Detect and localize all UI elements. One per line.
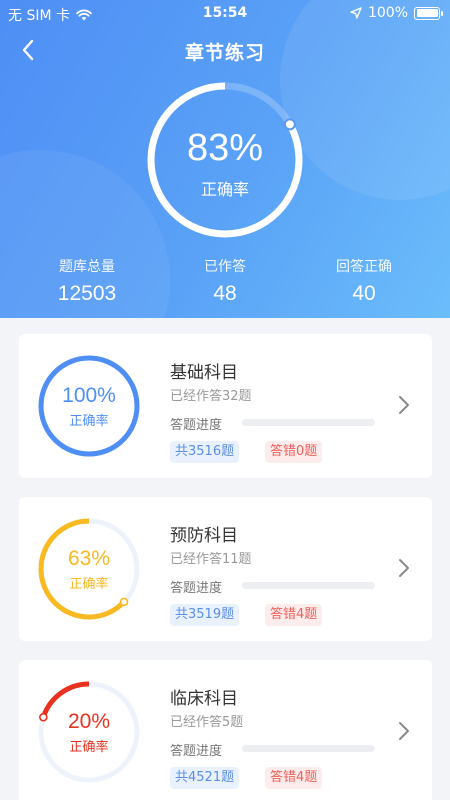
subject-accuracy-label: 正确率 bbox=[69, 577, 109, 592]
subject-accuracy-label: 正确率 bbox=[69, 740, 109, 755]
subject-accuracy-label: 正确率 bbox=[69, 414, 109, 429]
subject-card-clinical[interactable]: 20% 正确率 临床科目 已经作答5题 答题进度 共4521题 答错4题 bbox=[19, 660, 432, 800]
subject-card-basic[interactable]: 100% 正确率 基础科目 已经作答32题 答题进度 共3516题 答错0题 bbox=[19, 334, 432, 478]
status-bar: 无 SIM 卡 15:54 100% bbox=[0, 0, 450, 26]
stat-answered: 已作答 48 bbox=[204, 259, 246, 305]
chevron-right-icon bbox=[399, 559, 409, 577]
stat-correct: 回答正确 40 bbox=[336, 259, 392, 305]
subject-accuracy-ring: 20% 正确率 bbox=[37, 680, 141, 784]
progress-label: 答题进度 bbox=[170, 581, 223, 596]
chevron-right-icon bbox=[399, 722, 409, 740]
subject-answered-count: 已经作答32题 bbox=[170, 389, 252, 404]
battery-percent: 100% bbox=[367, 5, 408, 21]
subject-answered-count: 已经作答11题 bbox=[170, 552, 252, 567]
overall-accuracy-value: 83% bbox=[186, 127, 264, 169]
total-questions-badge: 共3516题 bbox=[170, 441, 240, 463]
overall-accuracy-label: 正确率 bbox=[200, 180, 249, 199]
battery-icon bbox=[414, 6, 443, 20]
progress-bar bbox=[242, 419, 375, 426]
subject-accuracy-value: 63% bbox=[67, 547, 111, 570]
subject-accuracy-ring: 100% 正确率 bbox=[37, 354, 141, 458]
progress-bar bbox=[242, 745, 375, 752]
wrong-count-badge: 答错4题 bbox=[265, 604, 323, 626]
subject-answered-count: 已经作答5题 bbox=[170, 715, 244, 730]
chevron-right-icon bbox=[399, 396, 409, 414]
wrong-count-badge: 答错4题 bbox=[265, 767, 323, 789]
wrong-count-badge: 答错0题 bbox=[265, 441, 323, 463]
subject-accuracy-knob bbox=[119, 597, 129, 607]
progress-bar bbox=[242, 582, 375, 589]
progress-label: 答题进度 bbox=[170, 418, 223, 433]
stat-total: 题库总量 12503 bbox=[57, 259, 117, 305]
subject-title: 基础科目 bbox=[170, 363, 238, 383]
total-questions-badge: 共3519题 bbox=[170, 604, 240, 626]
subject-title: 临床科目 bbox=[170, 689, 238, 709]
subject-accuracy-ring: 63% 正确率 bbox=[37, 517, 141, 621]
stats-row: 题库总量 12503 已作答 48 回答正确 40 bbox=[0, 256, 450, 308]
page-title: 章节练习 bbox=[184, 42, 265, 64]
overall-accuracy-ring: 83% 正确率 bbox=[145, 80, 305, 240]
subject-accuracy-value: 100% bbox=[62, 384, 116, 407]
location-arrow-icon bbox=[350, 7, 362, 19]
nav-bar: 章节练习 bbox=[0, 30, 450, 70]
subject-accuracy-value: 20% bbox=[67, 710, 111, 733]
progress-label: 答题进度 bbox=[170, 744, 223, 759]
total-questions-badge: 共4521题 bbox=[170, 767, 240, 789]
subject-title: 预防科目 bbox=[170, 526, 238, 546]
subject-card-prevention[interactable]: 63% 正确率 预防科目 已经作答11题 答题进度 共3519题 答错4题 bbox=[19, 497, 432, 641]
